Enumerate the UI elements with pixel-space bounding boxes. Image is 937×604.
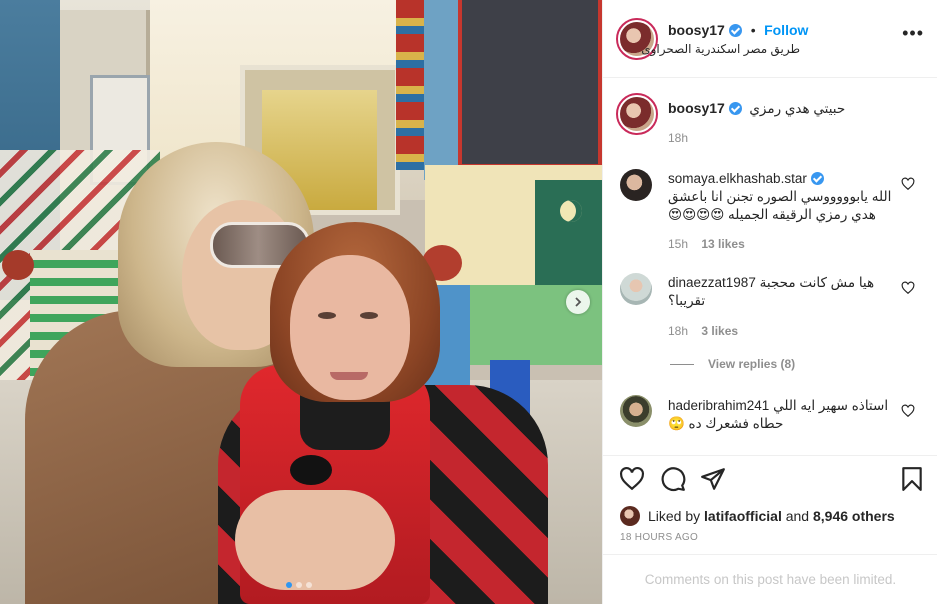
bookmark-icon[interactable] [899,466,925,492]
comment-username[interactable]: dinaezzat1987 [668,275,756,290]
comments-list: boosy17 حبيتي هدي رمزي 18h somaya.elkhas… [603,79,937,455]
caption-username[interactable]: boosy17 [668,100,725,116]
post-photo[interactable] [0,0,602,604]
follow-button[interactable]: Follow [764,22,808,38]
carousel-dot [286,582,292,588]
likes-prefix: Liked by [648,508,701,524]
caption-text: حبيتي هدي رمزي [749,101,846,116]
comment-text: الله يابوووووسي الصوره تجنن انا باعشق هد… [668,189,892,222]
separator: • [750,22,756,38]
photo-hands [235,490,395,590]
avatar[interactable] [616,93,658,135]
comment-body: haderibrahim241 استاذه سهير ايه اللي حطا… [668,397,898,433]
comment-time: 15h [668,237,689,251]
carousel-next-button[interactable] [566,290,590,314]
heart-icon[interactable] [901,281,915,295]
comment-username[interactable]: somaya.elkhashab.star [668,171,807,186]
author-username[interactable]: boosy17 [668,22,725,38]
carousel-indicator [286,582,312,588]
caption-body: boosy17 حبيتي هدي رمزي [668,99,845,118]
avatar-image [620,97,654,131]
comments-limited-notice: Comments on this post have been limited. [603,554,937,604]
likes-summary: Liked by latifaofficial and 8,946 others [620,506,895,526]
carousel-dot [296,582,302,588]
liker-username[interactable]: latifaofficial [704,508,782,524]
photo-moon [560,200,582,222]
comment-icon[interactable] [660,466,686,492]
caption-time: 18h [668,131,689,145]
location-link[interactable]: طريق مصر اسكندرية الصحراوى [641,42,800,56]
verified-badge-icon [810,172,824,185]
comment-item: dinaezzat1987 هيا مش كانت محجبة تقريبا؟ … [603,273,937,373]
photo-pot [2,250,34,280]
share-icon[interactable] [700,466,726,492]
avatar[interactable] [620,169,652,201]
comment-meta: 18h 3 likes [668,324,738,338]
photo-wall [424,0,460,180]
comment-meta: 15h 13 likes [668,237,745,251]
photo-screen [458,0,602,168]
carousel-dot [306,582,312,588]
post-header: boosy17 • Follow طريق مصر اسكندرية الصحر… [603,0,937,78]
heart-icon[interactable] [901,177,915,191]
comment-body: somaya.elkhashab.star الله يابوووووسي ال… [668,170,898,224]
comment-username[interactable]: haderibrahim241 [668,398,769,413]
avatar[interactable] [620,395,652,427]
post-timestamp[interactable]: 18 HOURS AGO [620,532,698,543]
heart-icon[interactable] [901,404,915,418]
photo-mural-panel [535,180,602,290]
comment-item: somaya.elkhashab.star الله يابوووووسي ال… [603,169,937,259]
likes-joiner: and [785,508,810,524]
verified-badge-icon [728,102,742,115]
photo-pillar [396,0,424,170]
liker-avatar[interactable] [620,506,640,526]
heart-icon[interactable] [619,466,645,492]
post-side-panel: boosy17 • Follow طريق مصر اسكندرية الصحر… [602,0,937,604]
avatar[interactable] [620,273,652,305]
comment-item: haderibrahim241 استاذه سهير ايه اللي حطا… [603,395,937,455]
photo-eye [360,312,378,319]
chevron-right-icon [575,297,582,307]
comment-body: dinaezzat1987 هيا مش كانت محجبة تقريبا؟ [668,274,898,310]
comment-likes[interactable]: 3 likes [701,324,738,338]
header-user-line: boosy17 • Follow [668,22,808,40]
photo-mouth [330,372,368,380]
likes-others[interactable]: 8,946 others [813,508,895,524]
more-options-icon[interactable]: ••• [902,24,924,42]
verified-badge-icon [729,24,743,37]
caption: boosy17 حبيتي هدي رمزي 18h [603,93,937,163]
photo-microphone [290,455,332,485]
comment-likes[interactable]: 13 likes [701,237,744,251]
view-replies-button[interactable]: View replies (8) [670,357,795,371]
photo-eye [318,312,336,319]
comment-time: 18h [668,324,689,338]
